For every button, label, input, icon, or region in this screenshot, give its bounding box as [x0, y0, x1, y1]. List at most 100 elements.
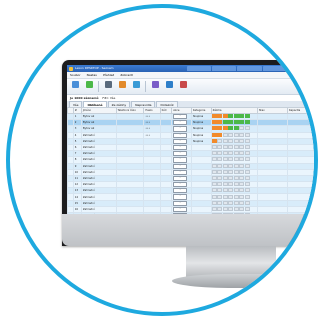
calendar-cell[interactable] [212, 133, 217, 137]
calendar-cell[interactable] [244, 182, 250, 187]
toolbar-button-3[interactable] [117, 80, 127, 93]
calendar-cell[interactable] [233, 164, 239, 168]
row-action-button[interactable]: ... [173, 170, 188, 175]
calendar-cell[interactable] [212, 182, 217, 187]
calendar-cell[interactable] [233, 188, 239, 193]
calendar-cell[interactable] [212, 151, 217, 156]
calendar-cell[interactable] [228, 145, 234, 150]
calendar-cell[interactable] [244, 194, 250, 199]
calendar-cell[interactable] [244, 157, 250, 162]
calendar-cell[interactable] [239, 157, 245, 162]
calendar-cell[interactable] [228, 114, 234, 119]
calendar-cell[interactable] [222, 207, 228, 211]
calendar-cell[interactable] [217, 201, 223, 205]
calendar-cell[interactable] [239, 207, 245, 211]
calendar-cell[interactable] [233, 201, 239, 205]
window-tab-0[interactable] [187, 66, 212, 71]
tab-0[interactable]: Vše [69, 101, 83, 107]
calendar-cell[interactable] [244, 120, 250, 125]
calendar-cell[interactable] [233, 145, 239, 150]
calendar-cell[interactable] [233, 151, 239, 156]
calendar-cell[interactable] [222, 170, 228, 174]
calendar-cell[interactable] [222, 194, 228, 199]
calendar-cell[interactable] [222, 176, 228, 180]
calendar-cell[interactable] [244, 170, 250, 174]
toolbar-button-0[interactable] [70, 80, 80, 93]
calendar-cell[interactable] [228, 194, 234, 199]
calendar-cell[interactable] [217, 126, 223, 131]
calendar-cell[interactable] [222, 157, 228, 162]
calendar-cell[interactable] [244, 133, 250, 137]
calendar-cell[interactable] [233, 182, 239, 187]
menu-item-0[interactable]: Soubor [70, 72, 81, 78]
window-tab-4[interactable] [287, 66, 312, 71]
calendar-cell[interactable] [212, 114, 217, 119]
calendar-cell[interactable] [212, 207, 217, 211]
calendar-cell[interactable] [228, 164, 234, 168]
calendar-cell[interactable] [212, 126, 217, 131]
calendar-cell[interactable] [217, 133, 223, 137]
calendar-cell[interactable] [222, 164, 228, 168]
calendar-cell[interactable] [217, 114, 223, 119]
calendar-cell[interactable] [217, 164, 223, 168]
calendar-cell[interactable] [228, 126, 234, 131]
calendar-cell[interactable] [244, 114, 250, 119]
calendar-cell[interactable] [222, 139, 228, 143]
calendar-cell[interactable] [228, 133, 234, 137]
calendar-cell[interactable] [244, 164, 250, 168]
calendar-cell[interactable] [217, 188, 223, 193]
calendar-cell[interactable] [239, 194, 245, 199]
calendar-cell[interactable] [228, 139, 234, 143]
calendar-cell[interactable] [212, 120, 217, 125]
row-action-button[interactable]: ... [173, 114, 188, 119]
row-action-button[interactable]: ... [173, 126, 188, 132]
calendar-cell[interactable] [217, 207, 223, 211]
calendar-cell[interactable] [233, 114, 239, 119]
menu-item-2[interactable]: Přehled [103, 72, 114, 78]
row-action-button[interactable]: ... [173, 133, 188, 138]
row-action-button[interactable]: ... [173, 145, 188, 150]
calendar-cell[interactable] [228, 170, 234, 174]
calendar-cell[interactable] [222, 133, 228, 137]
calendar-cell[interactable] [239, 139, 245, 143]
calendar-cell[interactable] [233, 139, 239, 143]
calendar-cell[interactable] [228, 201, 234, 205]
calendar-cell[interactable] [217, 120, 223, 125]
row-action-button[interactable]: ... [173, 157, 188, 162]
calendar-cell[interactable] [239, 133, 245, 137]
calendar-cell[interactable] [233, 120, 239, 125]
calendar-cell[interactable] [212, 201, 217, 205]
tab-2[interactable]: Ze zálohy [107, 101, 131, 107]
calendar-cell[interactable] [244, 207, 250, 211]
calendar-cell[interactable] [239, 120, 245, 125]
toolbar-button-7[interactable] [178, 80, 188, 93]
row-action-button[interactable]: ... [173, 182, 188, 187]
row-action-button[interactable]: ... [173, 176, 188, 181]
menu-item-1[interactable]: Nastav [87, 72, 97, 78]
calendar-cell[interactable] [228, 151, 234, 156]
calendar-cell[interactable] [228, 207, 234, 211]
menu-item-3[interactable]: Zobrazit [120, 72, 132, 78]
calendar-cell[interactable] [239, 176, 245, 180]
calendar-cell[interactable] [239, 114, 245, 119]
calendar-cell[interactable] [228, 182, 234, 187]
calendar-cell[interactable] [217, 194, 223, 199]
calendar-cell[interactable] [228, 188, 234, 193]
row-action-button[interactable]: ... [173, 188, 188, 193]
calendar-cell[interactable] [239, 170, 245, 174]
calendar-cell[interactable] [217, 139, 223, 143]
calendar-cell[interactable] [233, 157, 239, 162]
calendar-cell[interactable] [244, 151, 250, 156]
calendar-cell[interactable] [217, 157, 223, 162]
calendar-cell[interactable] [212, 145, 217, 150]
calendar-cell[interactable] [233, 126, 239, 131]
calendar-cell[interactable] [239, 151, 245, 156]
calendar-cell[interactable] [222, 145, 228, 150]
row-action-button[interactable]: ... [173, 194, 188, 200]
calendar-cell[interactable] [222, 126, 228, 131]
window-tab-1[interactable] [212, 66, 237, 71]
tab-1[interactable]: Oblíbené [83, 101, 107, 107]
calendar-cell[interactable] [239, 164, 245, 168]
calendar-cell[interactable] [239, 201, 245, 205]
row-action-button[interactable]: ... [173, 201, 188, 206]
